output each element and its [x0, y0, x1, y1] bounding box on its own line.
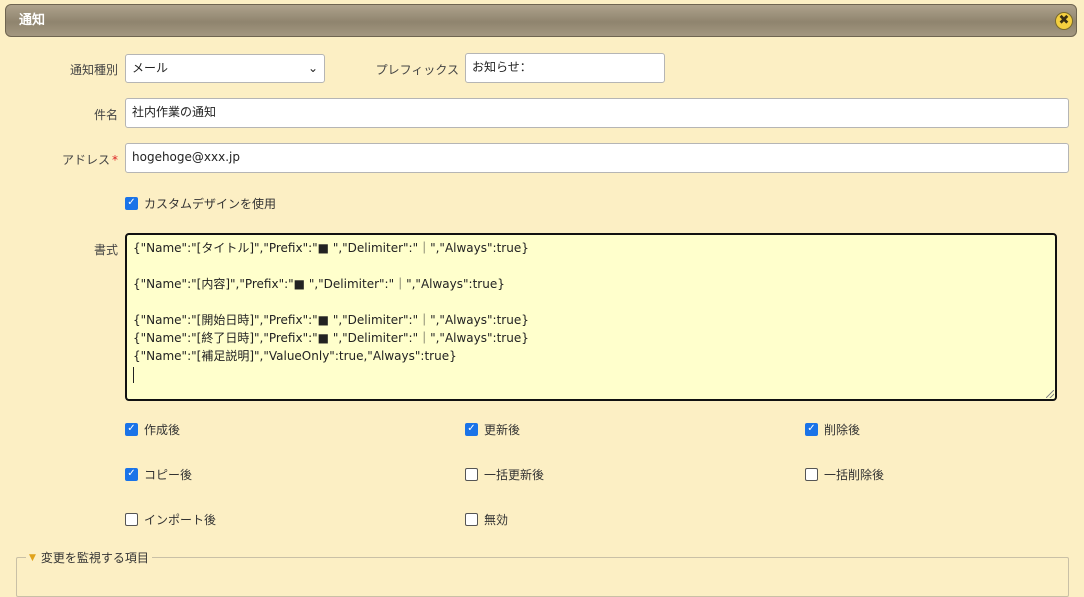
trigger-label: 一括削除後 [824, 467, 885, 482]
format-line: {"Name":"[タイトル]","Prefix":"■ ","Delimite… [133, 241, 529, 255]
prefix-input[interactable]: お知らせ： [465, 53, 665, 83]
subject-label: 件名 [93, 108, 118, 122]
trigger-label: コピー後 [144, 467, 193, 482]
checkbox-unchecked[interactable] [125, 512, 138, 526]
custom-design-checkbox[interactable]: ✓ カスタムデザインを使用 [125, 196, 277, 211]
trigger-after-update[interactable]: ✓ 更新後 [465, 422, 521, 437]
trigger-after-delete[interactable]: ✓ 削除後 [805, 422, 861, 437]
chevron-down-icon: ⌄ [307, 61, 318, 75]
custom-design-label: カスタムデザインを使用 [144, 196, 277, 211]
format-line: {"Name":"[内容]","Prefix":"■ ","Delimiter"… [133, 277, 505, 291]
notification-type-select[interactable]: メール ⌄ [125, 54, 325, 83]
dialog-titlebar[interactable]: 通知 ✖ [5, 4, 1077, 37]
check-icon[interactable]: ✓ [125, 422, 138, 436]
format-label: 書式 [93, 243, 118, 257]
checkbox-unchecked[interactable] [465, 512, 478, 526]
check-icon[interactable]: ✓ [125, 196, 138, 210]
trigger-after-bulk-delete[interactable]: 一括削除後 [805, 467, 885, 482]
monitor-section-label: 変更を監視する項目 [40, 551, 149, 565]
subject-input[interactable]: 社内作業の通知 [125, 98, 1069, 128]
trigger-after-copy[interactable]: ✓ コピー後 [125, 467, 193, 482]
format-line [133, 257, 1049, 275]
check-icon[interactable]: ✓ [125, 467, 138, 481]
trigger-label: 更新後 [484, 422, 521, 437]
address-label: アドレス * [62, 151, 118, 168]
trigger-disabled[interactable]: 無効 [465, 512, 509, 527]
monitor-fieldset [16, 557, 1069, 597]
format-textarea[interactable]: {"Name":"[タイトル]","Prefix":"■ ","Delimite… [125, 233, 1057, 401]
checkbox-unchecked[interactable] [805, 467, 818, 481]
trigger-label: 作成後 [144, 422, 181, 437]
check-icon[interactable]: ✓ [465, 422, 478, 436]
notification-type-label: 通知種別 [69, 63, 118, 77]
format-line: {"Name":"[開始日時]","Prefix":"■ ","Delimite… [133, 313, 529, 327]
address-label-text: アドレス [61, 153, 110, 167]
trigger-after-import[interactable]: インポート後 [125, 512, 217, 527]
triangle-down-icon[interactable]: ▼ [29, 553, 36, 563]
format-line: {"Name":"[終了日時]","Prefix":"■ ","Delimite… [133, 331, 529, 345]
dialog-title: 通知 [19, 13, 46, 28]
trigger-after-bulk-update[interactable]: 一括更新後 [465, 467, 545, 482]
format-line: {"Name":"[補足説明]","ValueOnly":true,"Alway… [133, 349, 457, 363]
trigger-label: 無効 [484, 512, 509, 527]
trigger-label: 一括更新後 [484, 467, 545, 482]
trigger-label: インポート後 [144, 512, 217, 527]
resize-grip-icon[interactable] [1046, 390, 1054, 398]
notification-type-value: メール [132, 61, 169, 75]
trigger-label: 削除後 [824, 422, 861, 437]
text-cursor [133, 367, 134, 383]
check-icon[interactable]: ✓ [805, 422, 818, 436]
checkbox-unchecked[interactable] [465, 467, 478, 481]
trigger-after-create[interactable]: ✓ 作成後 [125, 422, 181, 437]
format-line [133, 293, 1049, 311]
monitor-section-toggle[interactable]: ▼ 変更を監視する項目 [26, 549, 152, 566]
required-mark: * [112, 153, 118, 167]
close-icon[interactable]: ✖ [1055, 12, 1073, 30]
prefix-label: プレフィックス [375, 63, 459, 77]
address-input[interactable]: hogehoge@xxx.jp [125, 143, 1069, 173]
